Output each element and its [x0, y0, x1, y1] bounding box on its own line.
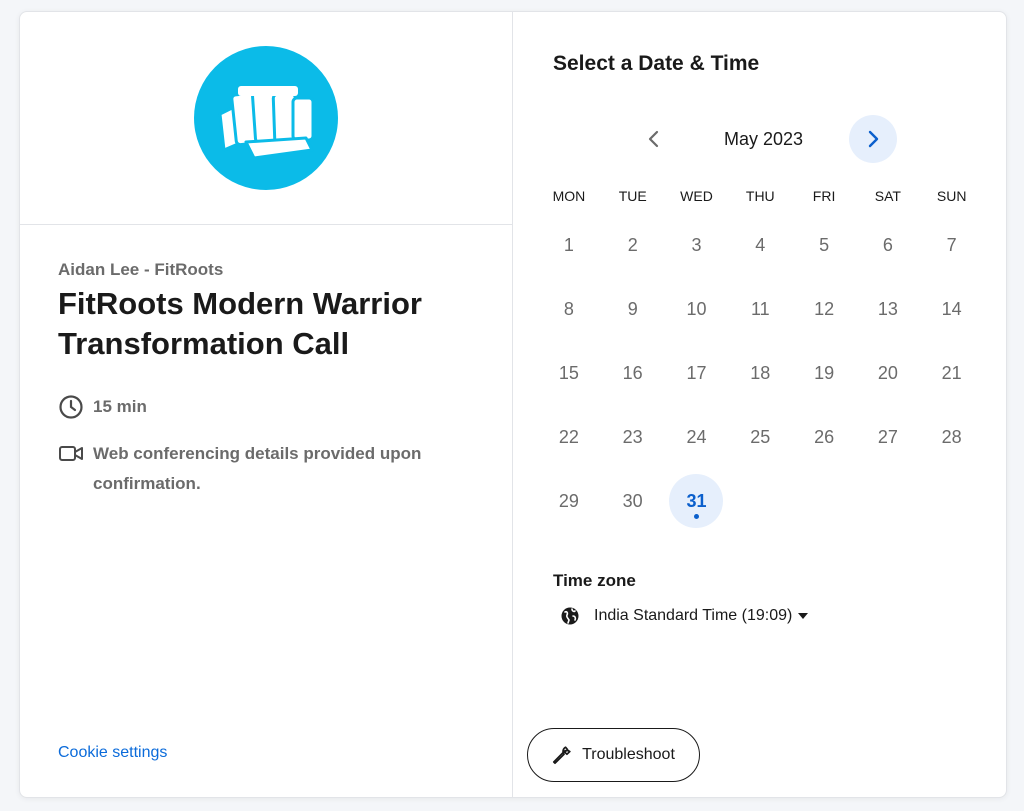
calendar-day-25: 25: [750, 426, 771, 447]
calendar-day-28: 28: [941, 426, 962, 447]
weekday-wed: WED: [680, 188, 713, 204]
calendar-day-29: 29: [558, 490, 579, 511]
scheduler-title: Select a Date & Time: [553, 52, 760, 75]
chevron-right-icon: [868, 130, 879, 148]
calendar-day-12: 12: [814, 298, 835, 319]
fist-logo-icon: [194, 46, 338, 190]
calendar-day-15: 15: [558, 362, 579, 383]
video-camera-icon: [59, 446, 83, 461]
calendar-day-16: 16: [622, 362, 643, 383]
timezone-value: India Standard Time (19:09): [594, 607, 793, 624]
calendar-day-14: 14: [941, 298, 962, 319]
calendar-day-1: 1: [563, 234, 574, 255]
clock-icon: [59, 395, 83, 419]
calendar-day-24: 24: [686, 426, 707, 447]
calendar-day-10: 10: [686, 298, 707, 319]
availability-dot: [693, 514, 699, 519]
calendar-day-button[interactable]: 31: [669, 474, 724, 528]
calendar-day-9: 9: [627, 298, 638, 319]
event-title: FitRoots Modern Warrior Transformation C…: [58, 286, 422, 361]
cookie-settings-link[interactable]: Cookie settings: [58, 744, 167, 762]
calendar-day-13: 13: [877, 298, 898, 319]
logo-area: [20, 12, 512, 225]
calendar-day-20: 20: [877, 362, 898, 383]
calendar-day-26: 26: [814, 426, 835, 447]
previous-month-button[interactable]: [630, 115, 678, 163]
globe-icon: [561, 607, 579, 625]
calendar-day-27: 27: [877, 426, 898, 447]
calendar-day-17: 17: [686, 362, 707, 383]
calendar-day-23: 23: [622, 426, 643, 447]
calendar-day-8: 8: [563, 298, 574, 319]
weekday-tue: TUE: [618, 188, 647, 204]
calendar-day-5: 5: [819, 234, 830, 255]
troubleshoot-button[interactable]: Troubleshoot: [527, 728, 700, 782]
current-month: May 2023: [723, 129, 804, 149]
calendar-day-22: 22: [558, 426, 579, 447]
calendar-day-3: 3: [691, 234, 702, 255]
timezone-select[interactable]: India Standard Time (19:09): [560, 602, 809, 630]
weekday-sun: SUN: [936, 188, 967, 204]
wrench-icon: [553, 746, 571, 765]
calendar-day-4: 4: [755, 234, 766, 255]
calendar-grid: 1 2 3 4 5 6 7 8 9 10 11 12 13 14 15 16 17 18 19 20 21 22 23 24 2…: [537, 213, 984, 533]
calendar-day-21: 21: [941, 362, 962, 383]
caret-down-icon: [798, 613, 809, 619]
event-duration: 15 min: [58, 394, 147, 420]
month-navigation: May 2023: [514, 115, 1006, 163]
timezone-label: Time zone: [553, 571, 636, 590]
calendar-day-7: 7: [946, 234, 957, 255]
weekday-fri: FRI: [812, 188, 836, 204]
chevron-left-icon: [648, 130, 659, 148]
weekday-mon: MON: [552, 188, 586, 204]
calendar-day-18: 18: [750, 362, 771, 383]
event-conferencing: Web conferencing details provided upon c…: [58, 439, 478, 499]
calendar-day-6: 6: [882, 234, 893, 255]
calendar-day-2: 2: [627, 234, 638, 255]
organizer-name: Aidan Lee - FitRoots: [58, 260, 224, 279]
weekday-header: MON TUE WED THU FRI SAT SUN: [537, 188, 984, 204]
event-details-panel: Aidan Lee - FitRoots FitRoots Modern War…: [20, 12, 513, 797]
troubleshoot-label: Troubleshoot: [582, 746, 675, 763]
calendar-day-30: 30: [622, 490, 643, 511]
weekday-thu: THU: [745, 188, 775, 204]
calendar-day-31[interactable]: 31: [665, 469, 729, 533]
booking-card: Aidan Lee - FitRoots FitRoots Modern War…: [19, 11, 1007, 798]
calendar-day-11: 11: [750, 298, 770, 319]
weekday-sat: SAT: [874, 188, 901, 204]
conferencing-text: Web conferencing details provided upon c…: [93, 444, 422, 493]
calendar-day-19: 19: [814, 362, 835, 383]
next-month-button[interactable]: [849, 115, 897, 163]
calendar-day-number: 31: [686, 490, 707, 511]
duration-text: 15 min: [93, 397, 147, 416]
scheduler-panel: Select a Date & Time May 2023 MON TUE WED T…: [514, 12, 1006, 797]
